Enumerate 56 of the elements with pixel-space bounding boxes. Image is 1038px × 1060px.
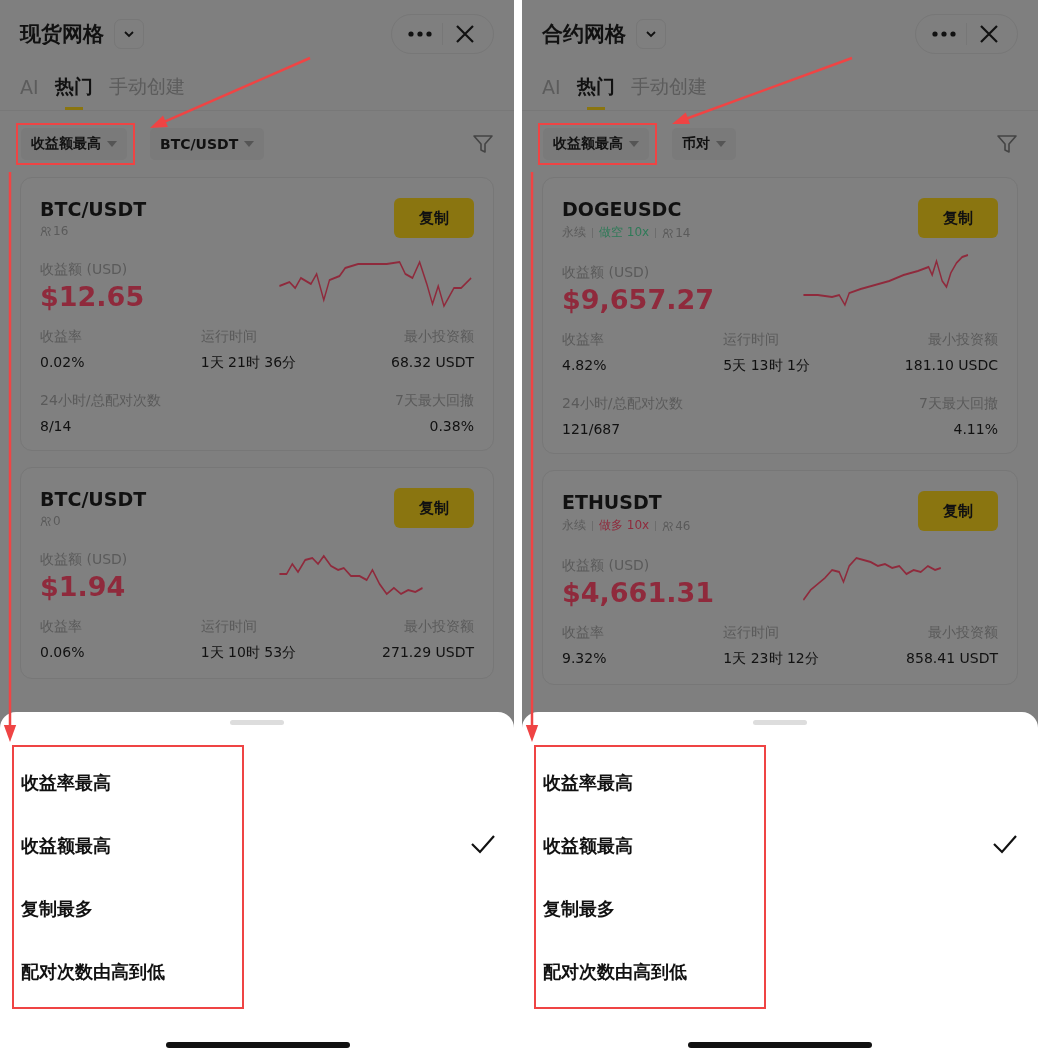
sort-option[interactable]: 收益额最高 — [536, 833, 633, 858]
caret-icon — [716, 141, 726, 147]
filter-dropdown[interactable]: 收益额最高 — [543, 128, 649, 160]
sort-option[interactable]: 收益率最高 — [14, 770, 111, 795]
caret-icon — [244, 141, 255, 147]
copy-button[interactable]: 复制 — [394, 198, 474, 238]
filter-icon[interactable] — [472, 133, 494, 155]
caret-icon — [629, 141, 639, 147]
profit-amount: $4,661.31 — [562, 577, 715, 608]
dropdown-button[interactable] — [636, 19, 666, 49]
stat-value: 1天 23时 12分 — [723, 650, 819, 668]
filter-dropdown[interactable]: 币对 — [672, 128, 736, 160]
tab[interactable]: 热门 — [54, 74, 93, 110]
drag-handle — [230, 720, 284, 725]
copy-button[interactable]: 复制 — [394, 488, 474, 528]
sort-option[interactable]: 配对次数由高到低 — [536, 959, 687, 984]
caret-icon — [107, 141, 117, 147]
sort-option[interactable]: 收益额最高 — [14, 833, 111, 858]
stat-value: 0.06% — [40, 644, 85, 660]
tab[interactable]: 热门 — [576, 74, 615, 110]
sort-option[interactable]: 复制最多 — [536, 896, 615, 921]
stat-value: 271.29 USDT — [382, 644, 474, 660]
profit-amount: $9,657.27 — [562, 284, 715, 315]
stat-value: 8/14 — [40, 418, 72, 434]
stat-value: 1天 10时 53分 — [200, 644, 297, 662]
page-title: 现货网格 — [20, 21, 104, 48]
sort-option[interactable]: 收益率最高 — [536, 770, 633, 795]
dropdown-button[interactable] — [114, 19, 144, 49]
filter-dropdown[interactable]: 收益额最高 — [21, 128, 127, 160]
stat-value: 0.02% — [40, 354, 85, 370]
stat-value: 858.41 USDT — [906, 650, 998, 666]
stat-value: 9.32% — [562, 650, 607, 666]
sort-option[interactable]: 配对次数由高到低 — [14, 959, 165, 984]
position-label: 做多 10x — [599, 517, 650, 534]
sort-option[interactable]: 复制最多 — [14, 896, 93, 921]
pair-name: ETHUSDT — [562, 491, 663, 513]
profit-amount: $1.94 — [40, 571, 127, 602]
profit-amount: $12.65 — [40, 281, 145, 312]
stat-value: 181.10 USDC — [904, 357, 998, 373]
filter-icon[interactable] — [996, 133, 1018, 155]
copy-button[interactable]: 复制 — [918, 491, 998, 531]
stat-value: 4.11% — [953, 421, 998, 437]
pair-name: BTC/USDT — [40, 488, 147, 510]
position-label: 做空 10x — [599, 224, 650, 241]
drag-handle — [753, 720, 807, 725]
stat-value: 1天 21时 36分 — [200, 354, 297, 372]
page-title: 合约网格 — [542, 21, 626, 48]
copy-button[interactable]: 复制 — [918, 198, 998, 238]
filter-dropdown[interactable]: BTC/USDT — [150, 128, 265, 160]
stat-value: 68.32 USDT — [391, 354, 474, 370]
pair-name: BTC/USDT — [40, 198, 147, 220]
stat-value: 121/687 — [562, 421, 621, 437]
stat-value: 5天 13时 1分 — [723, 357, 810, 375]
stat-value: 4.82% — [562, 357, 607, 373]
pair-name: DOGEUSDC — [562, 198, 683, 220]
stat-value: 0.38% — [429, 418, 474, 434]
